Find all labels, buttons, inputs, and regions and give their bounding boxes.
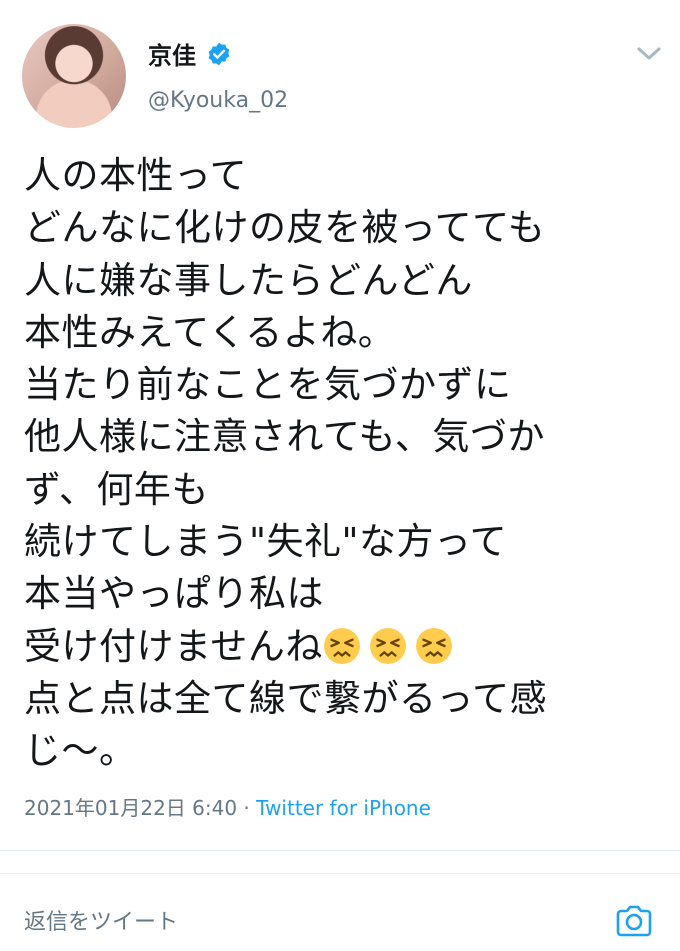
tweet-meta: 2021年01月22日 6:40 · Twitter for iPhone (24, 792, 431, 821)
display-name[interactable]: 京佳 (148, 36, 196, 71)
persevering-face-icon (323, 627, 360, 664)
camera-icon[interactable] (614, 903, 654, 939)
verified-badge-icon (208, 42, 230, 65)
chevron-down-icon[interactable] (631, 40, 667, 68)
persevering-face-icon (415, 627, 452, 664)
source-link[interactable]: Twitter for iPhone (256, 796, 431, 820)
divider (0, 850, 680, 851)
user-header: 京佳 (148, 36, 232, 71)
divider (0, 873, 680, 874)
reply-input[interactable]: 返信をツイート (24, 904, 178, 936)
avatar[interactable] (22, 24, 126, 128)
tweet-text: 人の本性って どんなに化けの皮を被ってても 人に嫌な事したらどんどん 本性みえて… (24, 150, 664, 778)
user-handle[interactable]: @Kyouka_02 (148, 88, 288, 113)
tweet-body: 人の本性って どんなに化けの皮を被ってても 人に嫌な事したらどんどん 本性みえて… (24, 154, 546, 668)
persevering-face-icon (369, 627, 406, 664)
timestamp[interactable]: 2021年01月22日 6:40 (24, 796, 237, 820)
meta-separator: · (237, 796, 257, 820)
tweet-body-tail: 点と点は全て線で繋がるって感 じ〜。 (24, 676, 548, 773)
